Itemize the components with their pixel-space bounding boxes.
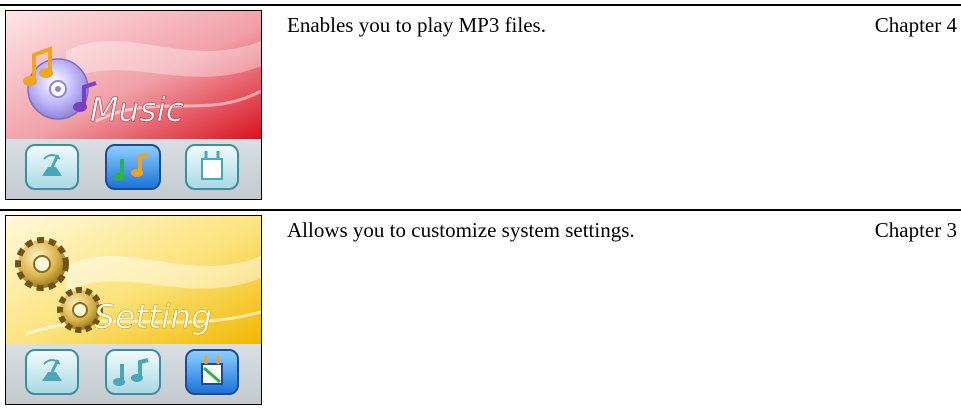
row-divider xyxy=(0,4,961,6)
music-icon xyxy=(105,144,161,190)
setting-description: Allows you to customize system settings. xyxy=(287,218,635,242)
music-description: Enables you to play MP3 files. xyxy=(287,13,546,37)
music-chapter-reference: Chapter 4 xyxy=(874,13,957,37)
radio-icon xyxy=(25,144,79,190)
music-screen-image: Music xyxy=(5,10,262,200)
settings-icon xyxy=(185,144,239,190)
table-row-music: Music Enables you to play MP3 files. Cha… xyxy=(0,0,961,205)
setting-screen-image: Setting xyxy=(5,215,262,405)
music-icon xyxy=(105,349,161,395)
music-screen-title: Music xyxy=(90,90,184,129)
row-divider xyxy=(0,209,961,211)
settings-icon xyxy=(185,349,239,395)
table-row-setting: Setting Allows you to customize system s… xyxy=(0,205,961,410)
setting-chapter-reference: Chapter 3 xyxy=(874,218,957,242)
radio-icon xyxy=(25,349,79,395)
setting-screen-title: Setting xyxy=(94,297,212,336)
